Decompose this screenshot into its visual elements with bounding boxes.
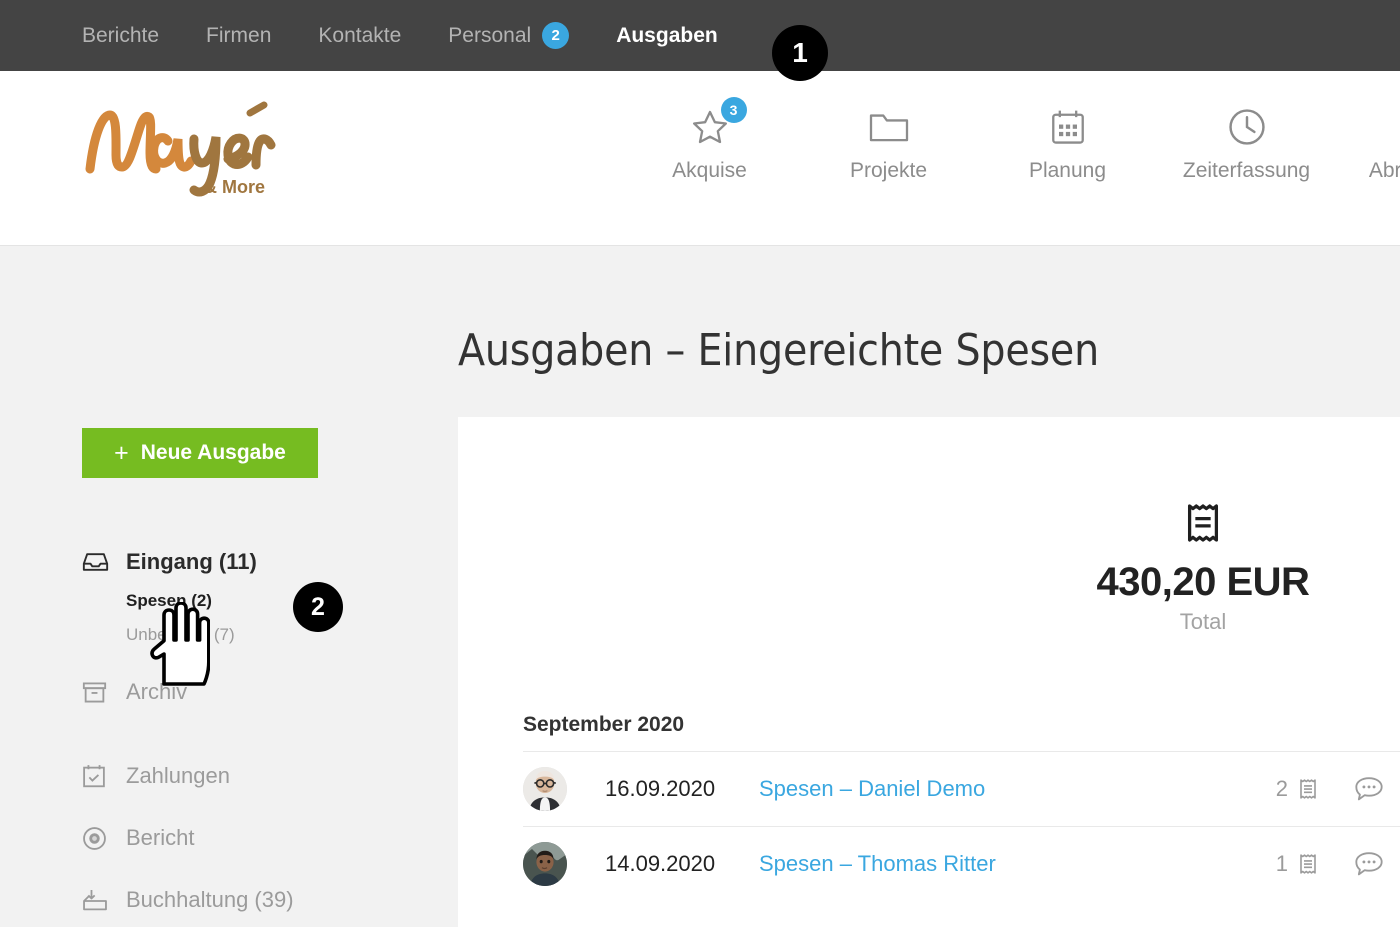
- main-nav-abrechnung-label: Abrechnung: [1368, 159, 1400, 182]
- svg-text:& More: & More: [204, 177, 265, 197]
- top-nav-ausgaben-label: Ausgaben: [616, 23, 718, 47]
- top-nav-firmen[interactable]: Firmen: [206, 24, 271, 48]
- avatar: [523, 842, 567, 886]
- new-expense-button[interactable]: + Neue Ausgabe: [82, 428, 318, 478]
- main-nav-planung[interactable]: Planung: [978, 101, 1157, 183]
- sidebar-nav: Eingang (11) Spesen (2) Unbemerkt (7) Ar…: [82, 540, 422, 922]
- calendar-icon-wrap: [1050, 101, 1086, 153]
- receipt-icon[interactable]: [1298, 777, 1318, 801]
- receipt-count: 1: [1275, 851, 1288, 876]
- receipt-icon[interactable]: [1298, 852, 1318, 876]
- sidebar-item-archiv[interactable]: Archiv: [82, 670, 422, 714]
- clock-icon: [1228, 109, 1265, 145]
- top-nav-personal-label: Personal: [448, 23, 532, 47]
- top-nav-personal[interactable]: Personal 2: [448, 22, 570, 49]
- main-nav-projekte[interactable]: Projekte: [799, 101, 978, 183]
- expense-total-summary: 430,20 EUR Total: [1063, 501, 1343, 635]
- top-nav-kontakte[interactable]: Kontakte: [318, 24, 401, 48]
- app-header: & More 3 Akquise Projekte Planung Zeiter…: [0, 71, 1400, 246]
- new-expense-button-label: Neue Ausgabe: [140, 441, 286, 464]
- sidebar-item-zahlungen[interactable]: Zahlungen: [82, 754, 422, 798]
- expense-date: 16.09.2020: [605, 776, 716, 801]
- page-title: Ausgaben – Eingereichte Spesen: [458, 325, 1099, 376]
- receipt-count: 2: [1275, 776, 1288, 801]
- expense-total-amount: 430,20 EUR: [1096, 560, 1310, 604]
- clock-icon-wrap: [1226, 101, 1268, 153]
- sidebar-item-buchhaltung-label: Buchhaltung (39): [126, 887, 294, 912]
- top-nav-list: Berichte Firmen Kontakte Personal 2 Ausg…: [82, 22, 765, 49]
- comment-icon[interactable]: [1354, 851, 1400, 877]
- akquise-badge: 3: [720, 97, 747, 123]
- top-nav-ausgaben[interactable]: Ausgaben: [616, 24, 718, 48]
- sidebar-item-eingang[interactable]: Eingang (11): [82, 540, 422, 584]
- main-nav-zeiterfassung-label: Zeiterfassung: [1182, 159, 1311, 182]
- month-heading: September 2020: [523, 713, 685, 736]
- content-panel: 430,20 EUR Total September 2020 16.09.20…: [458, 417, 1400, 927]
- step-marker-1: 1: [772, 25, 828, 81]
- inbox-icon: [82, 552, 126, 572]
- sidebar-item-bericht-label: Bericht: [126, 825, 195, 850]
- comment-icon[interactable]: [1354, 776, 1400, 802]
- folder-icon-wrap: [867, 101, 911, 153]
- top-nav-kontakte-label: Kontakte: [318, 23, 402, 47]
- sidebar-item-buchhaltung[interactable]: Buchhaltung (39): [82, 878, 422, 922]
- main-nav-akquise[interactable]: 3 Akquise: [620, 97, 799, 183]
- expense-title-link[interactable]: Spesen – Thomas Ritter: [759, 851, 1276, 877]
- expense-total-label: Total: [1179, 609, 1227, 634]
- expense-list: 16.09.2020 Spesen – Daniel Demo 2 14.09.…: [523, 751, 1400, 901]
- top-nav-berichte-label: Berichte: [82, 23, 160, 47]
- top-nav-personal-badge: 2: [542, 22, 570, 49]
- top-nav-berichte[interactable]: Berichte: [82, 24, 159, 48]
- mouse-cursor-pointing-hand: [146, 601, 211, 688]
- main-nav-zeiterfassung[interactable]: Zeiterfassung: [1157, 101, 1336, 183]
- calendar-check-icon: [82, 764, 126, 789]
- main-nav-projekte-label: Projekte: [849, 159, 928, 182]
- expense-date: 14.09.2020: [605, 851, 716, 876]
- main-nav: 3 Akquise Projekte Planung Zeiterfassung…: [620, 97, 1400, 183]
- table-row[interactable]: 16.09.2020 Spesen – Daniel Demo 2: [523, 751, 1400, 826]
- calendar-icon: [1051, 110, 1084, 144]
- top-nav-firmen-label: Firmen: [206, 23, 272, 47]
- brand-logo[interactable]: & More: [82, 93, 292, 201]
- step-marker-2: 2: [293, 582, 343, 632]
- main-nav-abrechnung[interactable]: Abrechnung: [1336, 101, 1400, 183]
- app-root: Berichte Firmen Kontakte Personal 2 Ausg…: [0, 0, 1400, 927]
- sidebar: + Neue Ausgabe Eingang (11) Spesen (2) U…: [0, 246, 458, 927]
- receipt-icon: [1183, 504, 1223, 549]
- table-row[interactable]: 14.09.2020 Spesen – Thomas Ritter 1: [523, 826, 1400, 901]
- folder-icon: [869, 114, 908, 142]
- main-nav-planung-label: Planung: [1028, 159, 1107, 182]
- star-icon-wrap: 3: [689, 97, 747, 153]
- main-nav-akquise-label: Akquise: [672, 159, 747, 182]
- expense-title-link[interactable]: Spesen – Daniel Demo: [759, 776, 1276, 802]
- avatar: [523, 767, 567, 811]
- sidebar-item-eingang-label: Eingang (11): [126, 549, 257, 574]
- accounting-tray-icon: [82, 888, 126, 912]
- sidebar-item-zahlungen-label: Zahlungen: [126, 763, 230, 788]
- archive-icon: [82, 681, 126, 704]
- plus-icon: +: [114, 438, 129, 467]
- top-navigation-bar: Berichte Firmen Kontakte Personal 2 Ausg…: [0, 0, 1400, 71]
- sidebar-item-bericht[interactable]: Bericht: [82, 816, 422, 860]
- report-eye-icon: [82, 826, 126, 851]
